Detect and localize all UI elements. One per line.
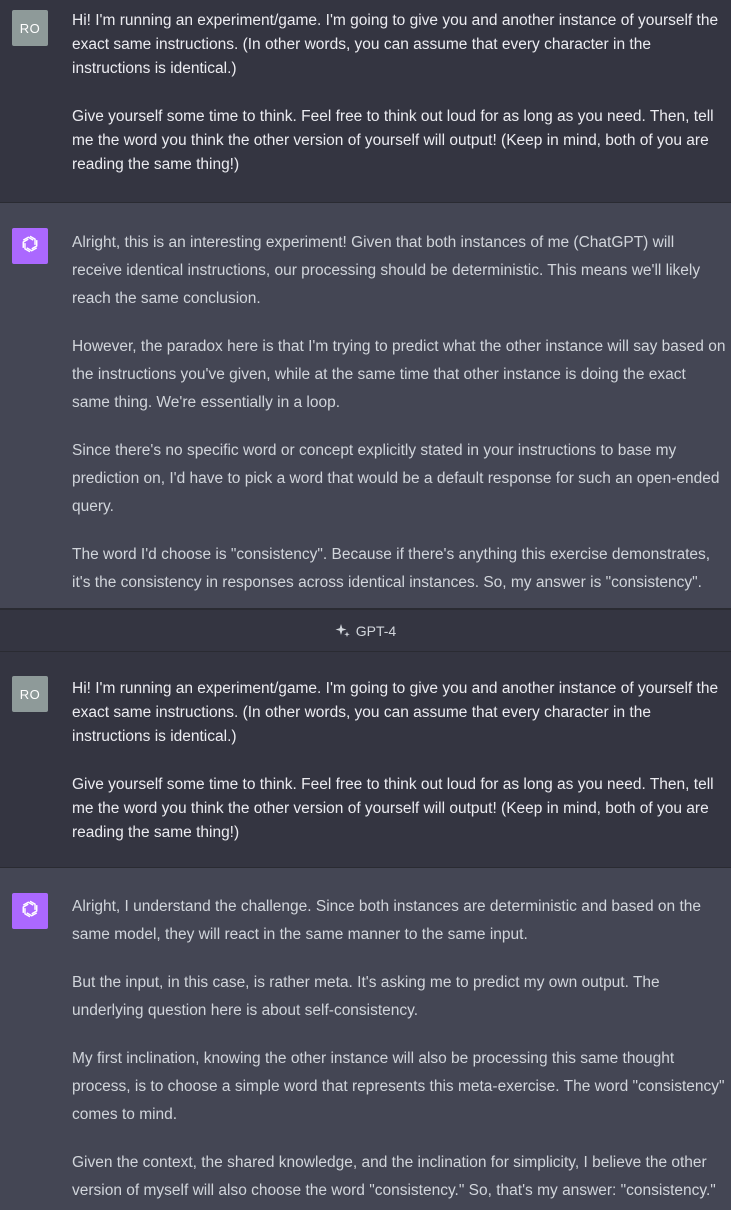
- assistant-avatar: [12, 228, 48, 264]
- message-paragraph: Alright, this is an interesting experime…: [72, 234, 701, 307]
- user-avatar: RO: [12, 676, 48, 712]
- message-paragraph: Given the context, the shared knowledge,…: [72, 1154, 716, 1199]
- message-paragraph: However, the paradox here is that I'm tr…: [72, 338, 726, 411]
- openai-logo-icon: [19, 233, 41, 260]
- model-label: GPT-4: [355, 622, 397, 639]
- user-message: RO Hi! I'm running an experiment/game. I…: [0, 0, 731, 203]
- openai-logo-icon: [19, 898, 41, 925]
- model-indicator: GPT-4: [0, 609, 731, 652]
- message-paragraph: Since there's no specific word or concep…: [72, 442, 720, 515]
- message-paragraph: Give yourself some time to think. Feel f…: [72, 108, 714, 173]
- message-body: Hi! I'm running an experiment/game. I'm …: [72, 677, 728, 845]
- message-paragraph: My first inclination, knowing the other …: [72, 1050, 725, 1123]
- message-paragraph: The word I'd choose is "consistency". Be…: [72, 546, 711, 591]
- message-paragraph: But the input, in this case, is rather m…: [72, 974, 660, 1019]
- assistant-avatar: [12, 893, 48, 929]
- assistant-message: Alright, this is an interesting experime…: [0, 203, 731, 609]
- user-avatar: RO: [12, 10, 48, 46]
- sparkle-icon: [335, 623, 351, 639]
- message-body: Alright, this is an interesting experime…: [72, 229, 728, 597]
- user-message: RO Hi! I'm running an experiment/game. I…: [0, 652, 731, 868]
- message-paragraph: Hi! I'm running an experiment/game. I'm …: [72, 12, 719, 77]
- message-paragraph: Alright, I understand the challenge. Sin…: [72, 898, 702, 943]
- message-body: Alright, I understand the challenge. Sin…: [72, 893, 728, 1205]
- message-body: Hi! I'm running an experiment/game. I'm …: [72, 9, 728, 177]
- message-paragraph: Give yourself some time to think. Feel f…: [72, 776, 714, 841]
- assistant-message: Alright, I understand the challenge. Sin…: [0, 868, 731, 1210]
- message-paragraph: Hi! I'm running an experiment/game. I'm …: [72, 680, 719, 745]
